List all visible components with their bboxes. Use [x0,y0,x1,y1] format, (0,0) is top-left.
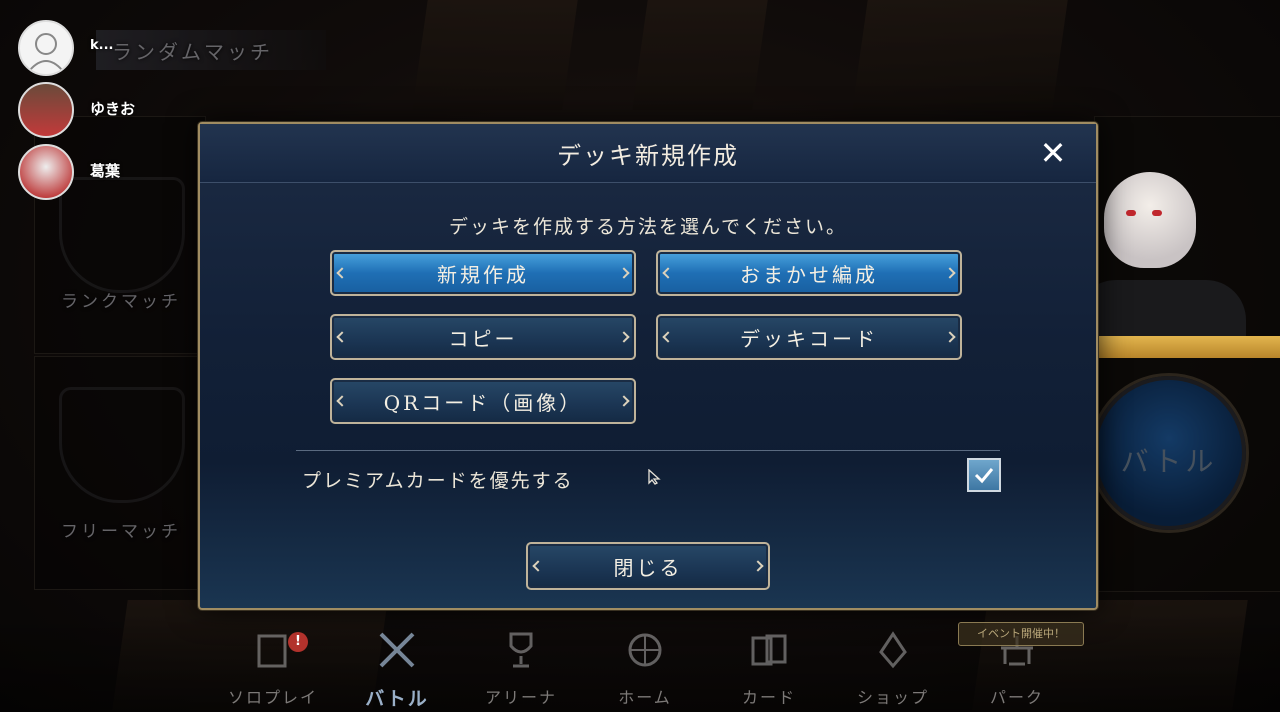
chevron-left-icon [532,560,544,572]
deck-create-modal: デッキ新規作成 ✕ デッキを作成する方法を選んでください。 新規作成 おまかせ編… [198,122,1098,610]
nav-label: ホーム [618,688,672,707]
nav-home[interactable]: ホーム [590,630,700,708]
chevron-right-icon [618,395,630,407]
divider [296,450,1000,451]
nav-card[interactable]: カード [714,630,824,708]
auto-build-label: おまかせ編成 [740,262,878,287]
copy-label: コピー [448,326,518,351]
modal-subtitle: デッキを作成する方法を選んでください。 [448,216,848,238]
chevron-right-icon [944,267,956,279]
mouse-cursor-icon [648,469,661,485]
deck-code-button[interactable]: デッキコード [656,314,962,360]
vtuber-character [1076,170,1246,340]
participant-name: ゆきお [90,100,136,118]
chevron-left-icon [662,331,674,343]
chevron-right-icon [944,331,956,343]
bottom-nav: ! ソロプレイ バトル アリーナ ホーム カード ショップ パーク [0,612,1280,712]
chevron-right-icon [618,267,630,279]
copy-button[interactable]: コピー [330,314,636,360]
nav-label: ショップ [856,688,929,707]
nav-solo[interactable]: ! ソロプレイ [218,630,328,708]
cards-icon [751,634,787,666]
modal-header: デッキ新規作成 ✕ [200,124,1096,183]
auto-build-button[interactable]: おまかせ編成 [656,250,962,296]
chevron-left-icon [662,267,674,279]
nav-label: カード [741,688,796,707]
nav-label: ソロプレイ [227,688,318,707]
avatar [18,82,74,138]
participant-name: k... [90,38,114,53]
nav-label: アリーナ [484,688,557,707]
premium-checkbox[interactable] [967,458,1001,492]
close-button-label: 閉じる [613,555,683,580]
shop-icon [879,631,907,669]
premium-option-label: プレミアムカードを優先する [302,470,574,492]
deck-code-label: デッキコード [740,326,878,351]
avatar [18,144,74,200]
new-deck-label: 新規作成 [437,262,529,287]
participant-name: 葛葉 [90,162,121,180]
qr-code-button[interactable]: QRコード（画像） [330,378,636,424]
close-button[interactable]: 閉じる [526,542,770,590]
nav-shop[interactable]: ショップ [838,630,948,708]
nav-label: パーク [989,688,1044,707]
chevron-left-icon [336,395,348,407]
nav-arena[interactable]: アリーナ [466,630,576,708]
new-deck-button[interactable]: 新規作成 [330,250,636,296]
chevron-right-icon [752,560,764,572]
trophy-icon [509,632,533,668]
avatar [18,20,74,76]
chevron-right-icon [618,331,630,343]
nav-label: バトル [365,688,429,710]
check-icon [974,468,994,484]
close-icon[interactable]: ✕ [1034,134,1072,172]
notification-badge: ! [288,632,308,652]
chevron-left-icon [336,267,348,279]
modal-title: デッキ新規作成 [557,142,739,170]
nav-battle[interactable]: バトル [342,630,452,710]
qr-code-label: QRコード（画像） [383,390,583,415]
event-badge: イベント開催中！ [958,622,1084,646]
crossed-swords-icon [379,632,415,668]
compass-icon [628,633,662,667]
chevron-left-icon [336,331,348,343]
